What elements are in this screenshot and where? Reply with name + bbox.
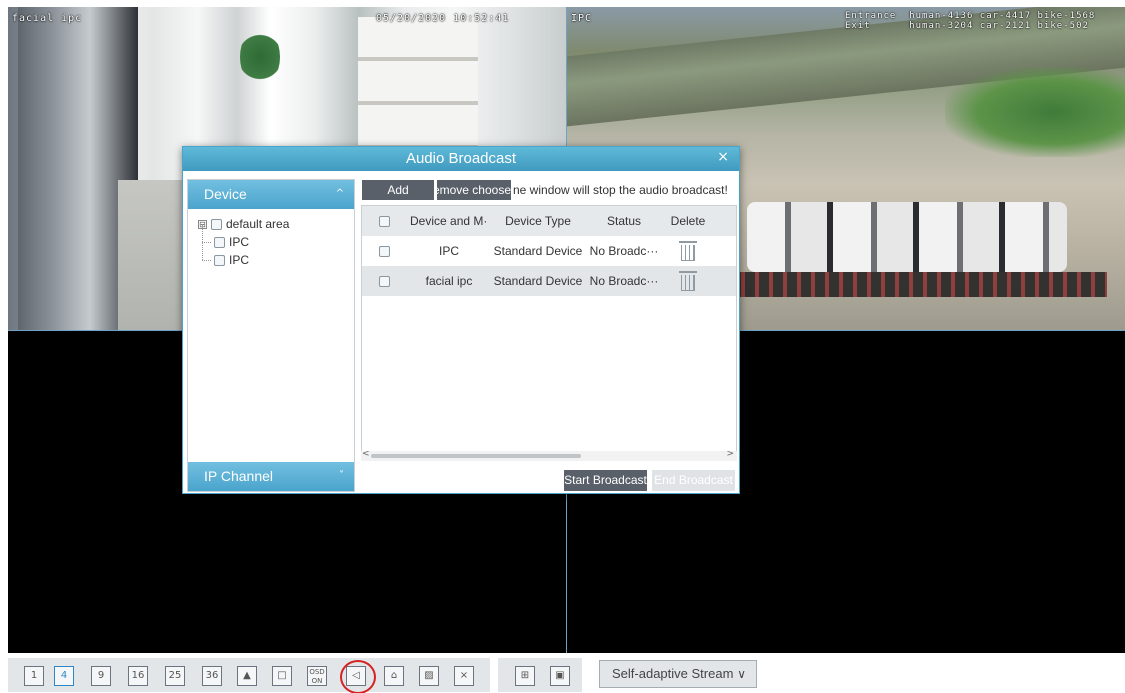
stream-type-label: Self-adaptive Stream [612,666,734,681]
device-type-cell: Standard Device [493,274,583,288]
manual-alarm-icon[interactable]: ⌂ [384,666,404,686]
audio-broadcast-dialog: Audio Broadcast × Device ^ ⊟ default are… [182,146,740,494]
tree-checkbox[interactable] [211,218,222,230]
ip-channel-panel-header[interactable]: IP Channel ˅ [188,462,354,491]
stream-type-select[interactable]: Self-adaptive Stream ∨ [599,660,757,688]
tree-connector [202,224,203,242]
trash-icon[interactable] [679,240,697,262]
tree-node-ipc[interactable]: IPC [198,224,289,251]
camera-scene-plant [240,27,280,87]
camera-scene-cars [747,202,1067,272]
status-cell: No Broadc··· [589,274,659,288]
scroll-left-icon[interactable]: < [362,449,370,459]
status-cell: No Broadc··· [589,244,659,258]
tree-node-label: IPC [229,235,250,249]
tree-connector [202,260,211,261]
tree-node-label: default area [226,217,290,231]
horizontal-scrollbar[interactable]: < > [361,449,737,461]
people-count-exit: Exit human-3204 car-2121 bike-502 [845,21,1089,31]
close-icon[interactable]: × [717,149,729,165]
table-header: Device and M··· Device Type Status Delet… [362,206,736,236]
select-all-checkbox[interactable] [378,215,390,227]
dialog-title: Audio Broadcast [405,150,517,167]
snapshot-icon[interactable]: ▣ [550,666,570,686]
tree-connector [202,242,211,243]
column-header-type: Device Type [505,214,571,228]
device-panel-label: Device [204,186,247,202]
layout-25-button[interactable]: 25 [165,666,185,686]
device-tree-panel: Device ^ ⊟ default area IPC IPC IP Chann… [187,179,355,492]
row-checkbox[interactable] [378,275,390,287]
camera-name-label: facial ipc [12,13,83,24]
column-header-delete: Delete [670,214,706,228]
layout-1-button[interactable]: 1 [24,666,44,686]
table-row[interactable]: facial ipc Standard Device No Broadc··· [362,266,736,296]
audio-broadcast-icon[interactable]: ◁ [346,666,366,686]
chevron-down-icon: ˅ [339,470,344,481]
chevron-up-icon: ^ [335,188,344,199]
tree-node-default-area[interactable]: ⊟ default area [198,215,289,233]
tree-checkbox[interactable] [214,236,225,248]
device-type-cell: Standard Device [493,244,583,258]
tree-connector [202,242,203,260]
start-broadcast-button[interactable]: Start Broadcast [564,470,647,491]
column-header-device: Device and M··· [410,214,488,228]
layout-36-button[interactable]: 36 [202,666,222,686]
close-all-icon[interactable]: × [454,666,474,686]
tree-checkbox[interactable] [214,254,225,266]
ip-channel-label: IP Channel [204,468,274,484]
tree-node-label: IPC [229,253,250,267]
fullscreen-icon[interactable]: □ [272,666,292,686]
scroll-right-icon[interactable]: > [726,449,734,459]
layout-4-button[interactable]: 4 [54,666,74,686]
osd-toggle-button[interactable]: OSD ON [307,666,327,686]
device-name-cell: facial ipc [425,274,473,288]
previous-screen-icon[interactable]: ▲ [237,666,257,686]
tree-node-ipc[interactable]: IPC [198,242,289,269]
row-checkbox[interactable] [378,245,390,257]
camera-name-label: IPC [571,13,593,24]
remove-button-label: remove choose [437,183,511,197]
device-panel-header[interactable]: Device ^ [188,180,354,209]
broadcast-notice: ne window will stop the audio broadcast! [513,183,728,197]
device-name-cell: IPC [438,244,459,258]
chevron-down-icon: ∨ [737,667,746,681]
image-tools-icon[interactable]: ▨ [419,666,439,686]
trash-icon[interactable] [679,270,697,292]
camera-timestamp: 05/20/2020 10:52:41 [376,13,510,24]
people-count-entrance: Entrance human-4136 car-4417 bike-1568 [845,11,1096,21]
dialog-titlebar[interactable]: Audio Broadcast × [183,147,739,171]
sequence-view-icon[interactable]: ⊞ [515,666,535,686]
camera-scene-fence [737,272,1107,297]
add-button[interactable]: Add [362,180,434,200]
broadcast-device-table: Device and M··· Device Type Status Delet… [361,205,737,461]
remove-chosen-button[interactable]: remove choose [437,180,511,200]
column-header-status: Status [606,214,642,228]
device-tree: ⊟ default area IPC IPC [198,215,289,269]
table-row[interactable]: IPC Standard Device No Broadc··· [362,236,736,266]
layout-16-button[interactable]: 16 [128,666,148,686]
camera-scene-trees [945,67,1125,157]
end-broadcast-button[interactable]: End Broadcast [652,470,735,491]
layout-9-button[interactable]: 9 [91,666,111,686]
scrollbar-thumb[interactable] [371,454,581,458]
